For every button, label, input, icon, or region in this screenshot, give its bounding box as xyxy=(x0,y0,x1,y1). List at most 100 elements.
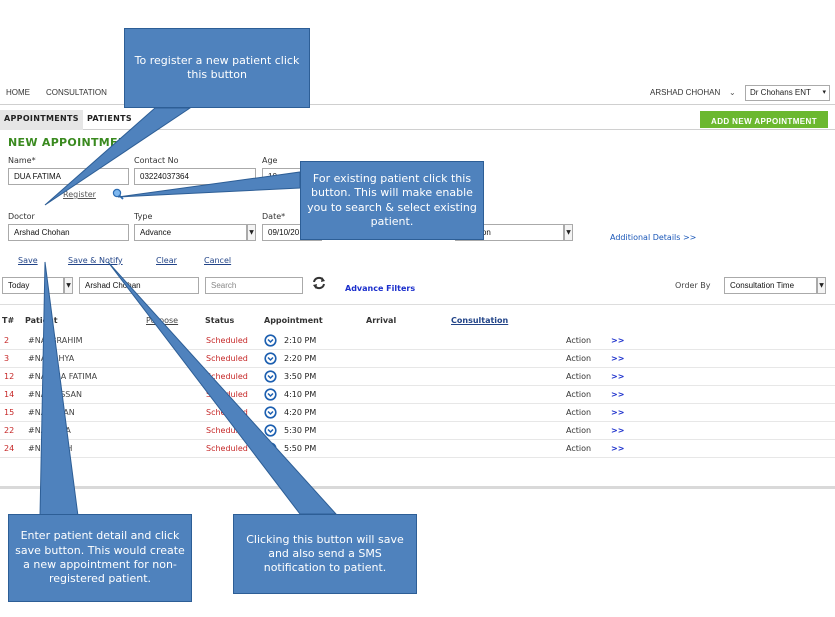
user-name[interactable]: ARSHAD CHOHAN xyxy=(650,88,720,97)
row-action[interactable]: Action xyxy=(566,372,591,381)
clinic-select[interactable]: Dr Chohans ENT ▾ xyxy=(745,85,830,101)
row-patient[interactable]: #NA IBRAHIM xyxy=(28,336,83,345)
nav-home[interactable]: HOME xyxy=(6,88,30,97)
row-appointment-time: 4:10 PM xyxy=(284,390,317,399)
chevron-down-icon[interactable]: ▼ xyxy=(64,277,73,294)
col-header-purpose[interactable]: Purpose xyxy=(146,316,178,325)
status-badge: Scheduled xyxy=(206,354,248,363)
row-patient[interactable]: #NA ZAYAN xyxy=(28,408,75,417)
order-by-label: Order By xyxy=(675,281,711,290)
clock-icon xyxy=(264,388,277,401)
row-patient[interactable]: #NA IFRAH xyxy=(28,444,72,453)
callout-register: To register a new patient click this but… xyxy=(124,28,310,108)
age-label: Age xyxy=(262,156,278,165)
table-row[interactable]: 14 #NA HASSAN Scheduled 4:10 PM Action >… xyxy=(0,386,835,404)
row-action[interactable]: Action xyxy=(566,390,591,399)
contact-field[interactable]: 03224037364 xyxy=(134,168,256,185)
row-number: 22 xyxy=(4,426,15,435)
row-open[interactable]: >> xyxy=(611,354,624,363)
register-link[interactable]: Register xyxy=(63,190,96,199)
contact-label: Contact No xyxy=(134,156,179,165)
clock-icon xyxy=(264,442,277,455)
name-field[interactable]: DUA FATIMA xyxy=(8,168,129,185)
divider xyxy=(0,486,835,489)
doctor-filter[interactable]: Arshad Chohan xyxy=(79,277,199,294)
status-badge: Scheduled xyxy=(206,336,248,345)
chevron-down-icon[interactable]: ▼ xyxy=(564,224,573,241)
col-header-patient[interactable]: Patient xyxy=(25,316,58,325)
order-by-select[interactable]: Consultation Time xyxy=(724,277,817,294)
tabs-bar: APPOINTMENTS PATIENTS ADD NEW APPOINTMEN… xyxy=(0,110,835,130)
row-appointment-time: 2:20 PM xyxy=(284,354,317,363)
row-action[interactable]: Action xyxy=(566,408,591,417)
row-open[interactable]: >> xyxy=(611,444,624,453)
status-badge: Scheduled xyxy=(206,390,248,399)
row-patient[interactable]: #NA ANSA xyxy=(28,426,71,435)
clear-link[interactable]: Clear xyxy=(156,256,177,265)
row-number: 3 xyxy=(4,354,10,363)
clock-icon xyxy=(264,334,277,347)
table-row[interactable]: 15 #NA ZAYAN Scheduled 4:20 PM Action >> xyxy=(0,404,835,422)
col-header-arrival[interactable]: Arrival xyxy=(366,316,396,325)
type-select[interactable]: Advance xyxy=(134,224,247,241)
status-badge: Scheduled xyxy=(206,426,248,435)
table-row[interactable]: 2 #NA IBRAHIM Scheduled 2:10 PM Action >… xyxy=(0,332,835,350)
row-action[interactable]: Action xyxy=(566,426,591,435)
type-label: Type xyxy=(134,212,153,221)
callout-save-notify: Clicking this button will save and also … xyxy=(233,514,417,594)
add-new-appointment-button[interactable]: ADD NEW APPOINTMENT xyxy=(700,111,828,128)
tab-appointments[interactable]: APPOINTMENTS xyxy=(0,110,83,130)
additional-details-link[interactable]: Additional Details >> xyxy=(610,233,696,242)
row-patient[interactable]: #NA HASSAN xyxy=(28,390,82,399)
row-open[interactable]: >> xyxy=(611,390,624,399)
save-notify-link[interactable]: Save & Notify xyxy=(68,256,123,265)
status-badge: Scheduled xyxy=(206,372,248,381)
col-header-consultation[interactable]: Consultation xyxy=(451,316,508,325)
search-input[interactable]: Search xyxy=(205,277,303,294)
save-link[interactable]: Save xyxy=(18,256,38,265)
period-select[interactable]: Today xyxy=(2,277,64,294)
row-patient[interactable]: #NA YAHYA xyxy=(28,354,74,363)
chevron-down-icon[interactable]: ▼ xyxy=(817,277,826,294)
row-open[interactable]: >> xyxy=(611,372,624,381)
row-number: 14 xyxy=(4,390,15,399)
divider xyxy=(0,304,835,305)
row-appointment-time: 2:10 PM xyxy=(284,336,317,345)
col-header-appointment[interactable]: Appointment xyxy=(264,316,323,325)
search-icon[interactable] xyxy=(112,188,124,200)
row-open[interactable]: >> xyxy=(611,426,624,435)
date-label: Date* xyxy=(262,212,286,221)
clock-icon xyxy=(264,424,277,437)
clock-icon xyxy=(264,406,277,419)
refresh-icon[interactable] xyxy=(312,276,326,290)
chevron-down-icon: ▾ xyxy=(822,89,826,96)
table-row[interactable]: 22 #NA ANSA Scheduled 5:30 PM Action >> xyxy=(0,422,835,440)
row-action[interactable]: Action xyxy=(566,354,591,363)
clock-icon xyxy=(264,352,277,365)
col-header-status[interactable]: Status xyxy=(205,316,234,325)
row-action[interactable]: Action xyxy=(566,336,591,345)
tab-patients[interactable]: PATIENTS xyxy=(83,110,136,130)
status-badge: Scheduled xyxy=(206,408,248,417)
status-badge: Scheduled xyxy=(206,444,248,453)
form-title: NEW APPOINTMENT xyxy=(8,136,136,149)
cancel-link[interactable]: Cancel xyxy=(204,256,231,265)
row-action[interactable]: Action xyxy=(566,444,591,453)
doctor-field[interactable]: Arshad Chohan xyxy=(8,224,129,241)
row-open[interactable]: >> xyxy=(611,408,624,417)
chevron-down-icon[interactable]: ▼ xyxy=(247,224,256,241)
clock-icon xyxy=(264,370,277,383)
nav-consultation[interactable]: CONSULTATION xyxy=(46,88,107,97)
row-patient[interactable]: #NA DUA FATIMA xyxy=(28,372,97,381)
advance-filters-link[interactable]: Advance Filters xyxy=(345,284,415,293)
row-number: 2 xyxy=(4,336,10,345)
table-row[interactable]: 3 #NA YAHYA Scheduled 2:20 PM Action >> xyxy=(0,350,835,368)
doctor-label: Doctor xyxy=(8,212,35,221)
table-row[interactable]: 24 #NA IFRAH Scheduled 5:50 PM Action >> xyxy=(0,440,835,458)
chevron-down-icon[interactable]: ⌄ xyxy=(729,88,736,97)
callout-save: Enter patient detail and click save butt… xyxy=(8,514,192,602)
row-appointment-time: 4:20 PM xyxy=(284,408,317,417)
row-open[interactable]: >> xyxy=(611,336,624,345)
row-appointment-time: 3:50 PM xyxy=(284,372,317,381)
table-row[interactable]: 12 #NA DUA FATIMA Scheduled 3:50 PM Acti… xyxy=(0,368,835,386)
